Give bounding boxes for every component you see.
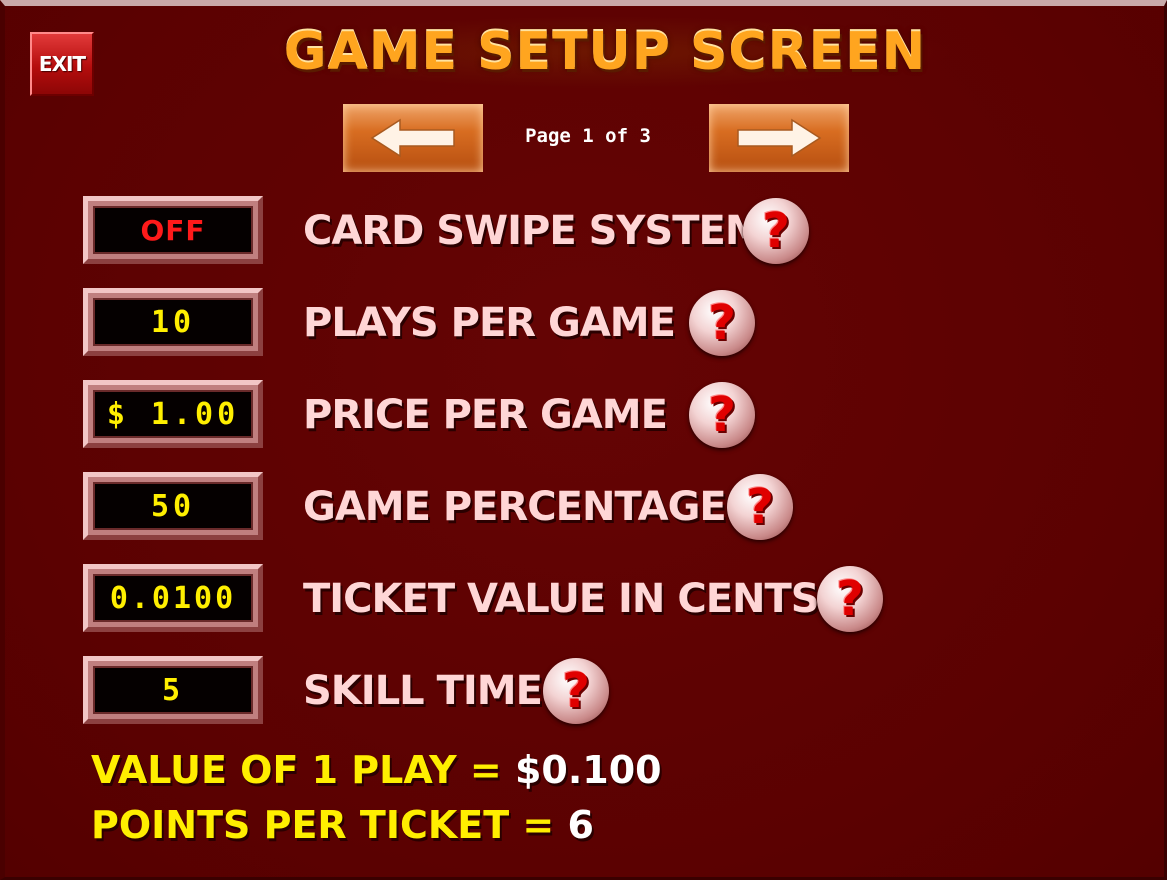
left-arrow-icon (370, 118, 455, 158)
help-question-icon[interactable]: ? (743, 198, 809, 264)
setting-row-price-per-game: $ 1.00 PRICE PER GAME ? (5, 380, 1167, 450)
skill-time-value: 5 (93, 666, 253, 714)
prev-page-button[interactable] (343, 104, 483, 172)
ticket-value-value: 0.0100 (93, 574, 253, 622)
setting-row-card-swipe: OFF CARD SWIPE SYSTEM ? (5, 196, 1167, 266)
value-of-play-value: $0.100 (514, 748, 662, 792)
setup-screen: EXIT GAME SETUP SCREEN Page 1 of 3 OFF C… (0, 0, 1167, 880)
points-per-ticket-line: POINTS PER TICKET = 6 (91, 803, 594, 847)
price-per-game-label: PRICE PER GAME (303, 392, 668, 438)
help-question-icon[interactable]: ? (689, 382, 755, 448)
value-of-play-line: VALUE OF 1 PLAY = $0.100 (91, 748, 662, 792)
help-question-icon[interactable]: ? (689, 290, 755, 356)
game-percentage-value-button[interactable]: 50 (83, 472, 263, 540)
page-title: GAME SETUP SCREEN (283, 22, 927, 82)
card-swipe-label: CARD SWIPE SYSTEM (303, 208, 765, 254)
points-per-ticket-value: 6 (567, 803, 594, 847)
skill-time-label: SKILL TIME (303, 668, 543, 714)
setting-row-game-percentage: 50 GAME PERCENTAGE ? (5, 472, 1167, 542)
next-page-button[interactable] (709, 104, 849, 172)
setting-row-skill-time: 5 SKILL TIME ? (5, 656, 1167, 726)
setting-row-plays-per-game: 10 PLAYS PER GAME ? (5, 288, 1167, 358)
card-swipe-value-button[interactable]: OFF (83, 196, 263, 264)
right-arrow-icon (737, 118, 822, 158)
card-swipe-value: OFF (93, 206, 253, 254)
exit-button[interactable]: EXIT (30, 32, 94, 96)
page-indicator: Page 1 of 3 (525, 125, 651, 147)
plays-per-game-value: 10 (93, 298, 253, 346)
skill-time-value-button[interactable]: 5 (83, 656, 263, 724)
price-per-game-value-button[interactable]: $ 1.00 (83, 380, 263, 448)
plays-per-game-label: PLAYS PER GAME (303, 300, 676, 346)
ticket-value-value-button[interactable]: 0.0100 (83, 564, 263, 632)
value-of-play-label: VALUE OF 1 PLAY = (91, 748, 515, 792)
help-question-icon[interactable]: ? (727, 474, 793, 540)
setting-row-ticket-value: 0.0100 TICKET VALUE IN CENTS ? (5, 564, 1167, 634)
plays-per-game-value-button[interactable]: 10 (83, 288, 263, 356)
help-question-icon[interactable]: ? (817, 566, 883, 632)
game-percentage-label: GAME PERCENTAGE (303, 484, 727, 530)
price-per-game-value: $ 1.00 (93, 390, 253, 438)
ticket-value-label: TICKET VALUE IN CENTS (303, 576, 820, 622)
game-percentage-value: 50 (93, 482, 253, 530)
help-question-icon[interactable]: ? (543, 658, 609, 724)
points-per-ticket-label: POINTS PER TICKET = (91, 803, 568, 847)
